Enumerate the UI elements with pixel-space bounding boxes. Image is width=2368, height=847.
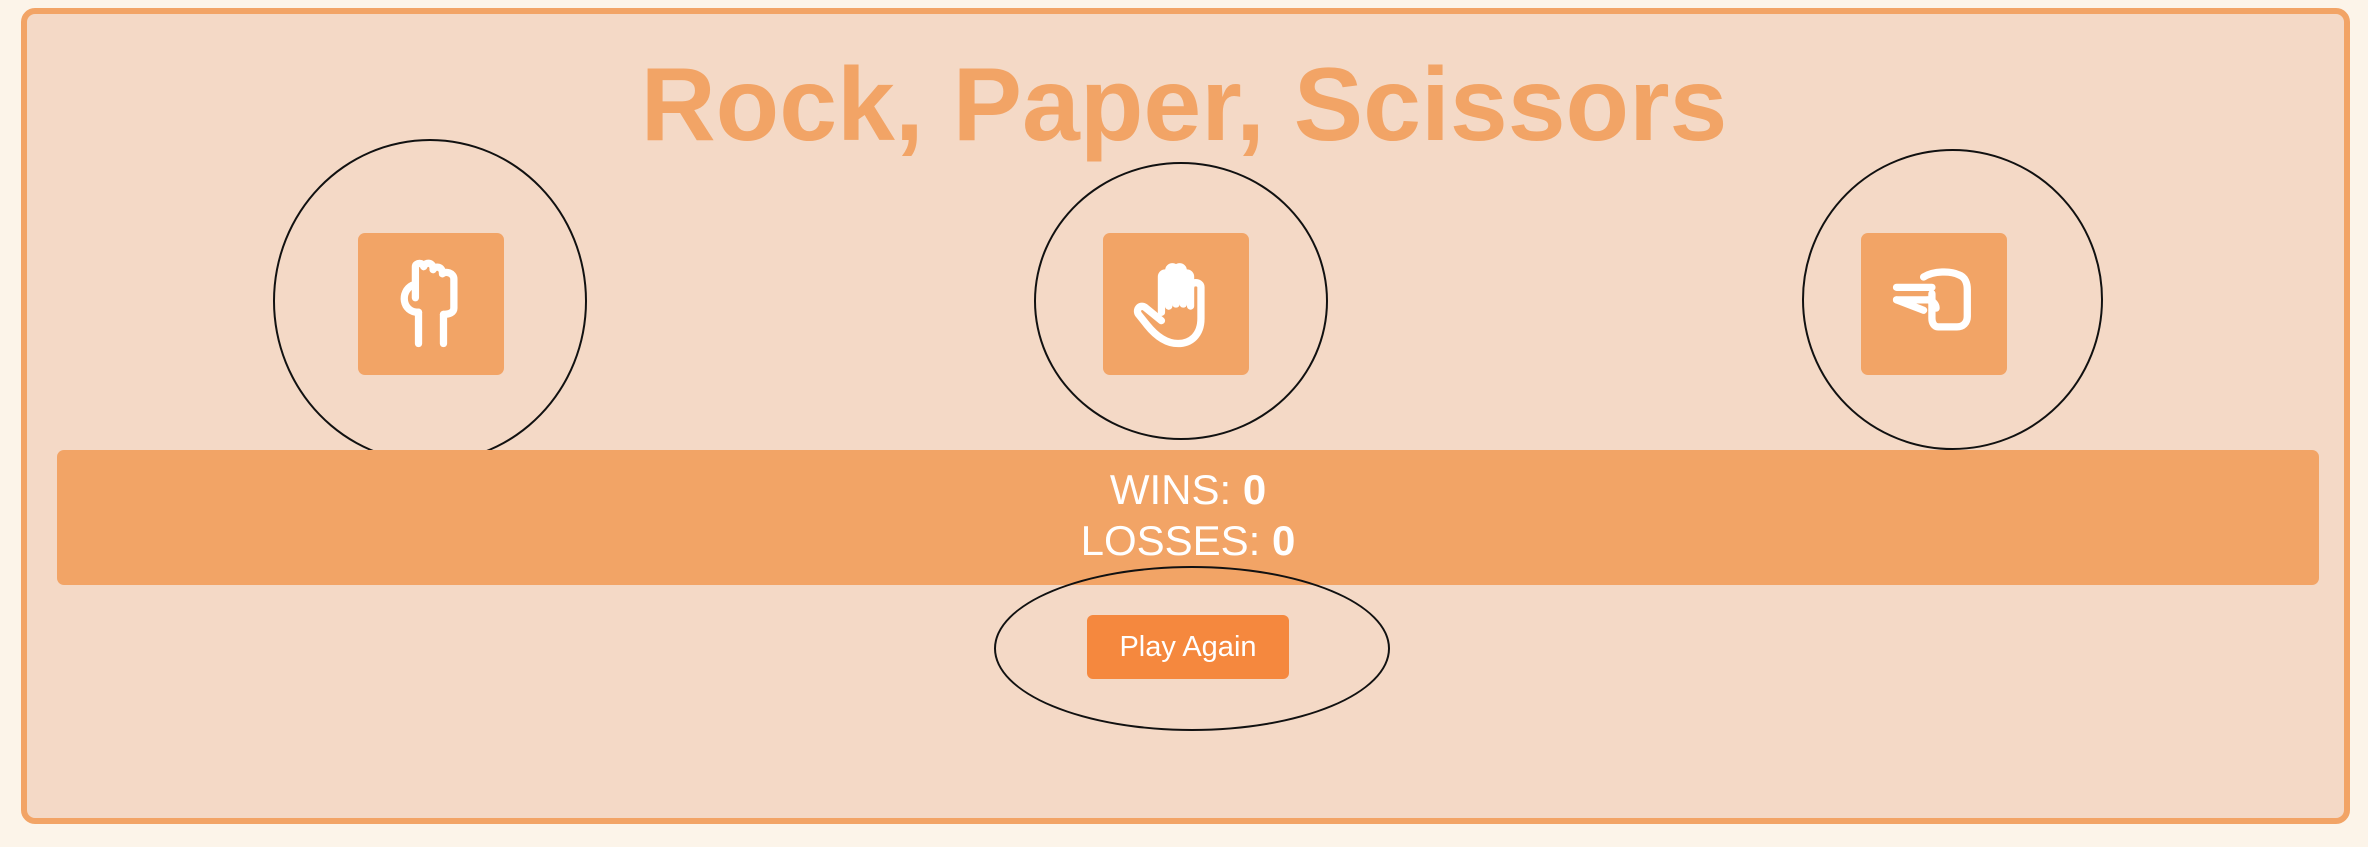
scissors-button[interactable] <box>1861 233 2007 375</box>
hand-open-icon <box>1124 252 1228 356</box>
paper-button[interactable] <box>1103 233 1249 375</box>
hand-scissors-icon <box>1882 252 1986 356</box>
score-bar: WINS: 0 LOSSES: 0 <box>57 450 2319 585</box>
rock-button[interactable] <box>358 233 504 375</box>
losses-count: 0 <box>1272 517 1296 564</box>
wins-line: WINS: 0 <box>57 464 2319 515</box>
wins-label: WINS: <box>1109 466 1232 513</box>
play-again-button[interactable]: Play Again <box>1087 615 1289 679</box>
wins-count: 0 <box>1242 466 1267 513</box>
page-title: Rock, Paper, Scissors <box>640 47 1728 163</box>
hand-fist-icon <box>379 252 483 356</box>
losses-line: LOSSES: 0 <box>57 515 2319 566</box>
losses-label: LOSSES: <box>1080 517 1261 564</box>
